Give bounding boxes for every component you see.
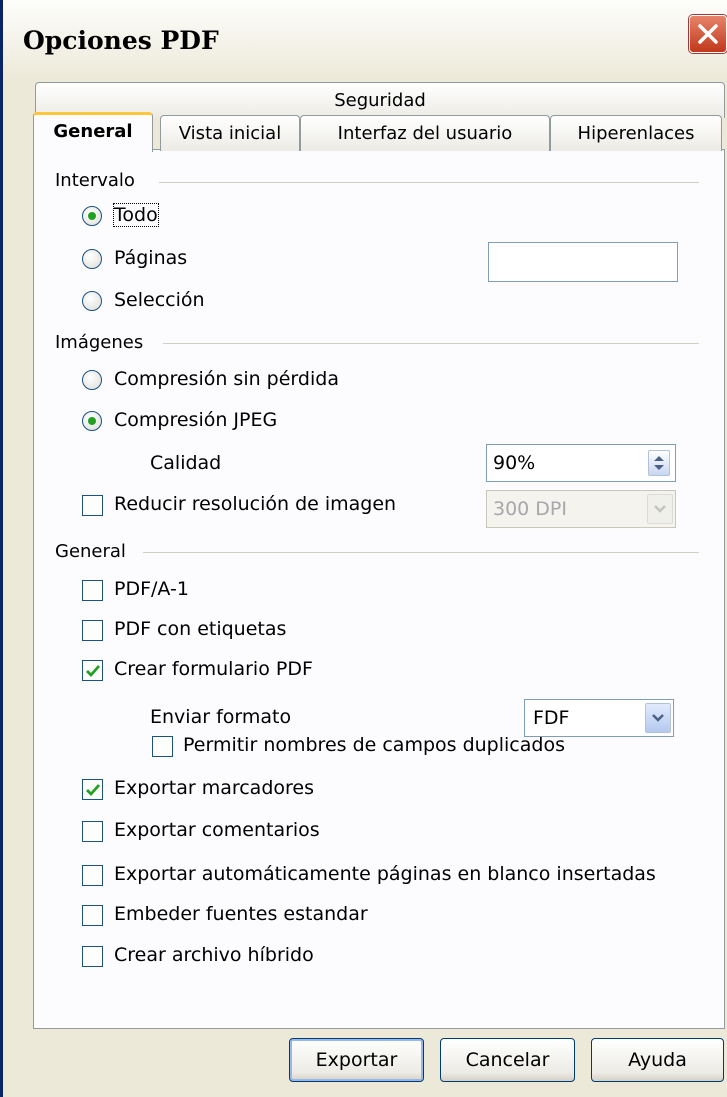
checkbox-pdf-etiquetas[interactable] (82, 620, 103, 641)
tab-interfaz-usuario[interactable]: Interfaz del usuario (300, 115, 550, 151)
checkbox-embeder-fuentes[interactable] (82, 905, 103, 926)
checkbox-reducir-resolucion[interactable] (82, 495, 103, 516)
tab-label: Hiperenlaces (577, 123, 695, 144)
resolution-value: 300 DPI (493, 498, 567, 520)
export-button[interactable]: Exportar (289, 1038, 424, 1082)
group-heading-imagenes: Imágenes (55, 332, 144, 353)
enviar-formato-label: Enviar formato (150, 706, 292, 728)
window-title: Opciones PDF (23, 26, 219, 55)
divider (163, 343, 699, 344)
checkbox-exportar-comentarios[interactable] (82, 821, 103, 842)
tab-label: Interfaz del usuario (337, 123, 513, 144)
exportar-marcadores-label[interactable]: Exportar marcadores (114, 777, 314, 799)
tab-hiperenlaces[interactable]: Hiperenlaces (550, 115, 722, 151)
close-icon (698, 24, 718, 44)
checkbox-pdfa[interactable] (82, 580, 103, 601)
radio-selected-dot (88, 212, 96, 220)
tab-vista-inicial[interactable]: Vista inicial (160, 115, 300, 151)
submit-format-value: FDF (533, 707, 570, 729)
group-heading-intervalo: Intervalo (55, 170, 135, 191)
checkmark-icon (86, 784, 101, 797)
radio-paginas-label[interactable]: Páginas (114, 247, 187, 269)
close-button[interactable] (689, 15, 727, 53)
resolution-select: 300 DPI (486, 490, 676, 528)
divider (143, 552, 699, 553)
radio-compresion-sin-perdida-label[interactable]: Compresión sin pérdida (114, 368, 339, 390)
archivo-hibrido-label[interactable]: Crear archivo híbrido (114, 944, 314, 966)
pdfa-label[interactable]: PDF/A-1 (114, 578, 189, 600)
resolution-dropdown-button (647, 494, 673, 524)
paginas-en-blanco-label[interactable]: Exportar automáticamente páginas en blan… (114, 863, 656, 885)
radio-compresion-jpeg-label[interactable]: Compresión JPEG (114, 409, 277, 431)
radio-todo-label[interactable]: Todo (113, 203, 159, 227)
chevron-down-icon (652, 714, 664, 722)
pages-input[interactable] (488, 242, 678, 282)
embeder-fuentes-label[interactable]: Embeder fuentes estandar (114, 903, 368, 925)
radio-selected-dot (88, 417, 96, 425)
dialog-window: Opciones PDF Seguridad Vista inicial Int… (0, 0, 727, 1097)
checkbox-permitir-duplicados[interactable] (152, 736, 173, 757)
permitir-duplicados-label[interactable]: Permitir nombres de campos duplicados (183, 734, 565, 756)
radio-compresion-jpeg[interactable] (82, 411, 102, 431)
group-heading-general: General (55, 541, 126, 562)
tab-label: Seguridad (334, 90, 426, 111)
radio-compresion-sin-perdida[interactable] (82, 370, 102, 390)
quality-spinbox[interactable]: 90% (486, 444, 676, 482)
reducir-resolucion-label[interactable]: Reducir resolución de imagen (114, 493, 396, 515)
exportar-comentarios-label[interactable]: Exportar comentarios (114, 819, 320, 841)
spin-buttons[interactable] (648, 450, 670, 476)
title-bar: Opciones PDF (3, 0, 727, 82)
radio-paginas[interactable] (82, 249, 102, 269)
radio-todo[interactable] (82, 206, 102, 226)
checkbox-crear-formulario[interactable] (82, 660, 103, 681)
submit-format-select[interactable]: FDF (524, 699, 674, 737)
tab-general[interactable]: General (33, 112, 153, 152)
quality-label: Calidad (150, 452, 222, 474)
divider (159, 182, 699, 183)
tab-label: General (53, 121, 133, 142)
crear-formulario-label[interactable]: Crear formulario PDF (114, 658, 313, 680)
radio-seleccion-label[interactable]: Selección (114, 289, 205, 311)
checkbox-exportar-marcadores[interactable] (82, 779, 103, 800)
submit-format-dropdown-button[interactable] (645, 703, 671, 733)
tab-label: Vista inicial (178, 123, 282, 144)
spin-arrows-icon (654, 456, 664, 470)
pdf-etiquetas-label[interactable]: PDF con etiquetas (114, 618, 286, 640)
quality-value: 90% (493, 452, 536, 474)
cancel-button[interactable]: Cancelar (440, 1038, 575, 1082)
chevron-down-icon (654, 505, 666, 513)
checkbox-archivo-hibrido[interactable] (82, 946, 103, 967)
help-button[interactable]: Ayuda (591, 1038, 724, 1082)
checkbox-paginas-en-blanco[interactable] (82, 865, 103, 886)
checkmark-icon (86, 665, 101, 678)
radio-seleccion[interactable] (82, 291, 102, 311)
